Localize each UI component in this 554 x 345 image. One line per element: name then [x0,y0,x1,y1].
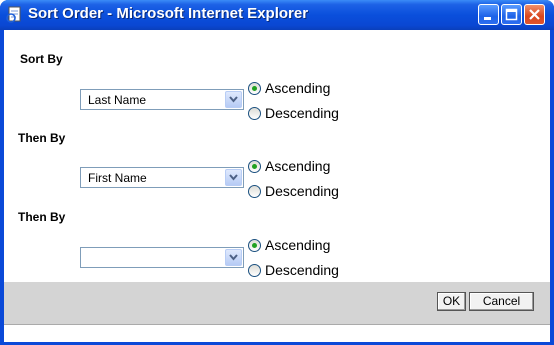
sort-by-select-value: Last Name [88,93,147,107]
then-by-select-1[interactable]: First Name [80,167,244,188]
radio-circle[interactable] [248,239,261,252]
minimize-icon [484,17,491,20]
then-by-label-2: Then By [18,210,66,224]
radio-selected-dot [252,243,257,248]
then-by-select-2[interactable] [80,247,244,268]
radio-circle[interactable] [248,185,261,198]
radio-selected-dot [252,164,257,169]
chevron-down-icon[interactable] [225,169,242,186]
title-bar[interactable]: Sort Order - Microsoft Internet Explorer [0,0,554,30]
sort-by-select[interactable]: Last Name [80,89,244,110]
ie-page-icon [6,6,21,23]
chevron-down-icon[interactable] [225,91,242,108]
radio-selected-dot [252,86,257,91]
status-strip [4,324,550,342]
radio-label: Ascending [265,158,331,174]
radio-label: Descending [265,183,339,199]
cancel-button[interactable]: Cancel [469,292,534,311]
close-button[interactable] [524,4,545,25]
radio-label: Descending [265,262,339,278]
dialog-window: Sort Order - Microsoft Internet Explorer… [0,0,554,345]
radio-circle[interactable] [248,82,261,95]
maximize-button[interactable] [501,4,522,25]
radio-label: Descending [265,105,339,121]
then-by-label-1: Then By [18,131,66,145]
ok-button[interactable]: OK [437,292,466,311]
close-icon [529,9,540,20]
radio-circle[interactable] [248,107,261,120]
chevron-down-icon[interactable] [225,249,242,266]
maximize-icon [505,8,518,21]
window-title: Sort Order - Microsoft Internet Explorer [28,5,309,22]
radio-circle[interactable] [248,264,261,277]
minimize-button[interactable] [478,4,499,25]
radio-label: Ascending [265,237,331,253]
radio-label: Ascending [265,80,331,96]
sort-by-label: Sort By [20,52,63,66]
dialog-body: Sort By Last Name Ascending Descending T… [4,30,550,342]
then-by-select-1-value: First Name [88,171,147,185]
radio-circle[interactable] [248,160,261,173]
